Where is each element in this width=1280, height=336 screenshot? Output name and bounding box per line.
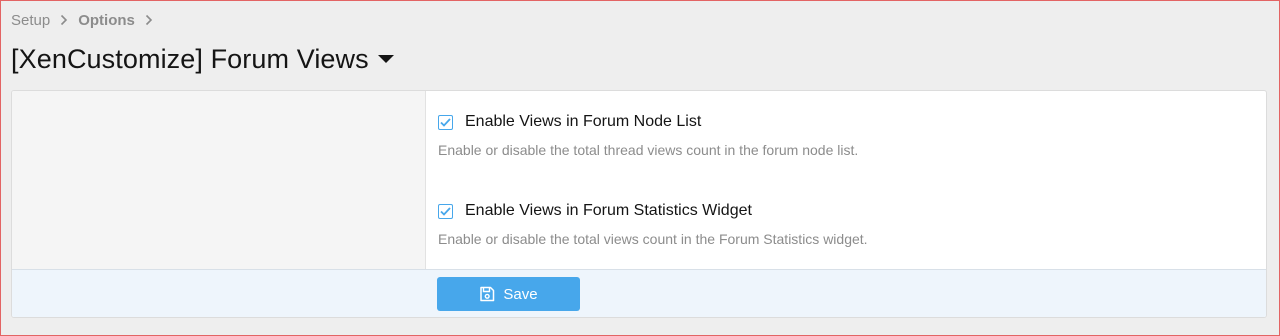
breadcrumb-item-setup[interactable]: Setup: [11, 12, 50, 29]
checkbox-row[interactable]: Enable Views in Forum Node List: [438, 111, 858, 133]
options-label-column: [12, 91, 426, 269]
checkmark-icon: [440, 117, 451, 127]
option-label: Enable Views in Forum Statistics Widget: [465, 202, 752, 219]
checkbox[interactable]: [438, 114, 453, 130]
breadcrumb-item-options[interactable]: Options: [78, 12, 135, 29]
checkbox-row[interactable]: Enable Views in Forum Statistics Widget: [438, 200, 868, 222]
chevron-right-icon: [60, 14, 68, 26]
save-button-label: Save: [503, 285, 538, 303]
option-label: Enable Views in Forum Node List: [465, 113, 702, 130]
floppy-disk-icon: [479, 286, 495, 302]
save-button[interactable]: Save: [437, 277, 580, 311]
options-block: Enable Views in Forum Node List Enable o…: [11, 90, 1267, 318]
breadcrumb: Setup Options: [11, 10, 163, 30]
option-forum-node-list: Enable Views in Forum Node List Enable o…: [438, 111, 858, 158]
checkmark-icon: [440, 206, 451, 216]
page-title: [XenCustomize] Forum Views: [11, 43, 369, 74]
option-forum-statistics-widget: Enable Views in Forum Statistics Widget …: [438, 200, 868, 247]
checkbox[interactable]: [438, 203, 453, 219]
form-submit-row: Save: [12, 269, 1266, 317]
caret-down-icon[interactable]: [377, 54, 394, 64]
option-hint: Enable or disable the total views count …: [438, 231, 868, 247]
page-header: [XenCustomize] Forum Views: [11, 40, 394, 78]
option-hint: Enable or disable the total thread views…: [438, 142, 859, 158]
chevron-right-icon: [145, 14, 153, 26]
